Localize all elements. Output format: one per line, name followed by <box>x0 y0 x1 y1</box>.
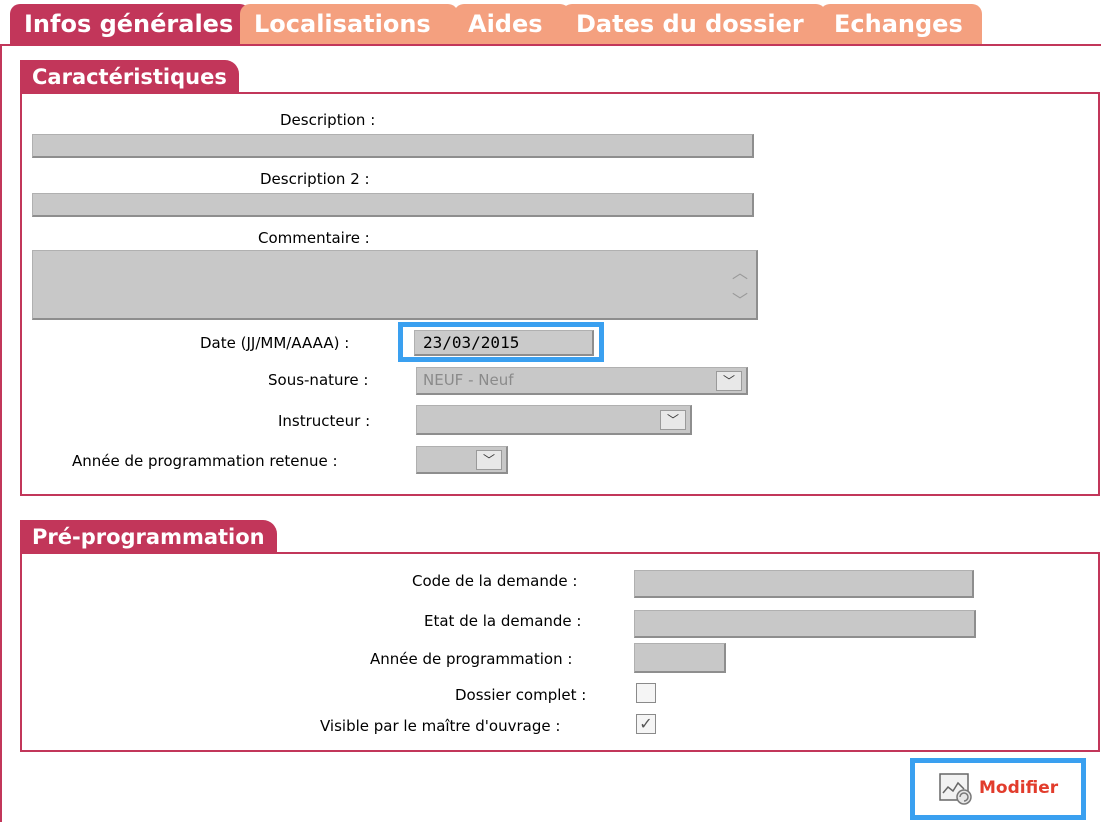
dossier-complet-checkbox[interactable] <box>636 683 656 703</box>
page-left-border <box>0 44 2 822</box>
description2-input[interactable] <box>32 193 754 217</box>
scroll-down-icon[interactable]: ﹀ <box>730 287 750 311</box>
commentaire-label: Commentaire : <box>258 229 370 247</box>
instructeur-label: Instructeur : <box>278 412 371 430</box>
tab-echanges[interactable]: Echanges <box>820 4 982 44</box>
dossier-complet-label: Dossier complet : <box>455 686 587 704</box>
annee-retenue-label: Année de programmation retenue : <box>72 452 338 470</box>
visible-maitre-ouvrage-label: Visible par le maître d'ouvrage : <box>320 717 561 735</box>
tab-localisations[interactable]: Localisations <box>240 4 458 44</box>
annee-retenue-select[interactable]: ﹀ <box>416 446 508 474</box>
annee-programmation-label: Année de programmation : <box>370 650 573 668</box>
tab-infos-generales[interactable]: Infos générales <box>10 4 250 44</box>
sous-nature-label: Sous-nature : <box>268 371 369 389</box>
scroll-up-icon[interactable]: ︿ <box>730 259 750 283</box>
sous-nature-value: NEUF - Neuf <box>423 371 514 389</box>
description-input[interactable] <box>32 134 754 158</box>
instructeur-select[interactable]: ﹀ <box>416 405 692 435</box>
etat-demande-label: Etat de la demande : <box>424 612 582 630</box>
chevron-down-icon[interactable]: ﹀ <box>716 371 742 391</box>
code-demande-input[interactable] <box>634 570 974 598</box>
tab-underline <box>0 44 1101 46</box>
modifier-highlight-box <box>910 758 1086 820</box>
etat-demande-input[interactable] <box>634 610 976 638</box>
description2-label: Description 2 : <box>260 170 370 188</box>
code-demande-label: Code de la demande : <box>412 572 578 590</box>
tab-aides[interactable]: Aides <box>454 4 570 44</box>
chevron-down-icon[interactable]: ﹀ <box>476 450 502 470</box>
section-title-preprogrammation: Pré-programmation <box>20 520 277 554</box>
section-title-caracteristiques: Caractéristiques <box>20 60 239 94</box>
annee-programmation-input[interactable] <box>634 643 726 673</box>
date-highlight-box <box>398 322 604 362</box>
chevron-down-icon[interactable]: ﹀ <box>660 410 686 430</box>
tab-dates-du-dossier[interactable]: Dates du dossier <box>562 4 826 44</box>
date-label: Date (JJ/MM/AAAA) : <box>200 334 350 352</box>
visible-maitre-ouvrage-checkbox[interactable]: ✓ <box>636 714 656 734</box>
description-label: Description : <box>280 111 376 129</box>
commentaire-textarea[interactable]: ︿ ﹀ <box>32 250 758 320</box>
sous-nature-select[interactable]: NEUF - Neuf ﹀ <box>416 367 748 395</box>
tab-bar: Infos générales Localisations Aides Date… <box>0 0 1101 44</box>
